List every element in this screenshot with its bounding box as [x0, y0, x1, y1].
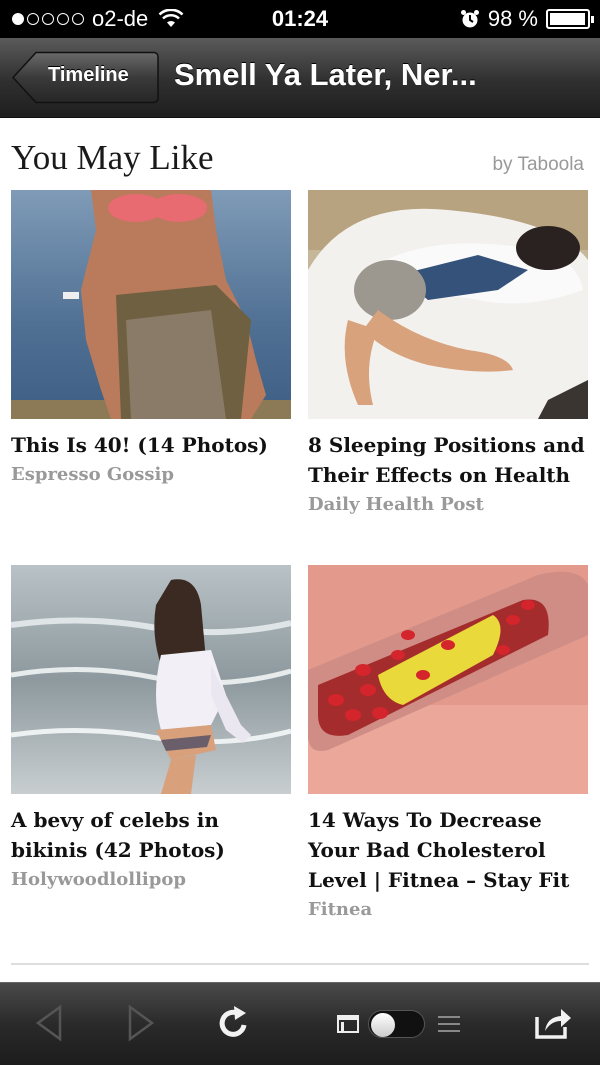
- recommendation-card[interactable]: This Is 40! (14 Photos) Espresso Gossip: [11, 190, 291, 490]
- woman-sleeping-pillow-photo[interactable]: [308, 190, 588, 419]
- recommendation-card[interactable]: 8 Sleeping Positions and Their Effects o…: [308, 190, 588, 520]
- reload-icon[interactable]: [217, 1005, 251, 1041]
- bottom-toolbar: [0, 982, 600, 1065]
- status-bar: o2-de 01:24 98 %: [0, 0, 600, 38]
- card-source: Holywoodlollipop: [11, 869, 186, 890]
- toggle-switch[interactable]: [368, 1010, 425, 1038]
- status-right: 98 %: [460, 6, 594, 32]
- back-arrow-icon[interactable]: [34, 1003, 64, 1043]
- page-title: Smell Ya Later, Ner...: [174, 57, 477, 92]
- card-source: Daily Health Post: [308, 494, 484, 515]
- card-title[interactable]: 8 Sleeping Positions and Their Effects o…: [308, 430, 588, 490]
- forward-arrow-icon[interactable]: [126, 1003, 156, 1043]
- recommendations-panel: You May Like by Taboola This Is 40! (14 …: [0, 118, 600, 982]
- widget-heading: You May Like: [11, 138, 214, 177]
- toggle-knob: [371, 1013, 395, 1037]
- card-source: Espresso Gossip: [11, 464, 174, 485]
- alarm-icon: [460, 10, 479, 28]
- recommendation-card[interactable]: A bevy of celebs in bikinis (42 Photos) …: [11, 565, 291, 895]
- battery-icon: [546, 9, 594, 29]
- woman-bikini-beach-photo[interactable]: [11, 190, 291, 419]
- card-title[interactable]: A bevy of celebs in bikinis (42 Photos): [11, 805, 291, 865]
- divider: [11, 963, 589, 965]
- list-icon[interactable]: [438, 1015, 460, 1033]
- artery-cholesterol-illustration[interactable]: [308, 565, 588, 794]
- card-source: Fitnea: [308, 899, 373, 920]
- card-title[interactable]: 14 Ways To Decrease Your Bad Cholesterol…: [308, 805, 588, 895]
- woman-surf-beach-photo[interactable]: [11, 565, 291, 794]
- navigation-bar: Timeline Smell Ya Later, Ner...: [0, 38, 600, 118]
- recommendation-card[interactable]: 14 Ways To Decrease Your Bad Cholesterol…: [308, 565, 588, 925]
- battery-percent: 98 %: [487, 6, 538, 31]
- taboola-attribution[interactable]: by Taboola: [492, 154, 584, 176]
- reader-icon[interactable]: [337, 1014, 359, 1034]
- back-button-label: Timeline: [48, 64, 129, 86]
- back-button-timeline[interactable]: Timeline: [12, 51, 159, 104]
- share-icon[interactable]: [533, 1005, 573, 1041]
- card-title[interactable]: This Is 40! (14 Photos): [11, 430, 291, 460]
